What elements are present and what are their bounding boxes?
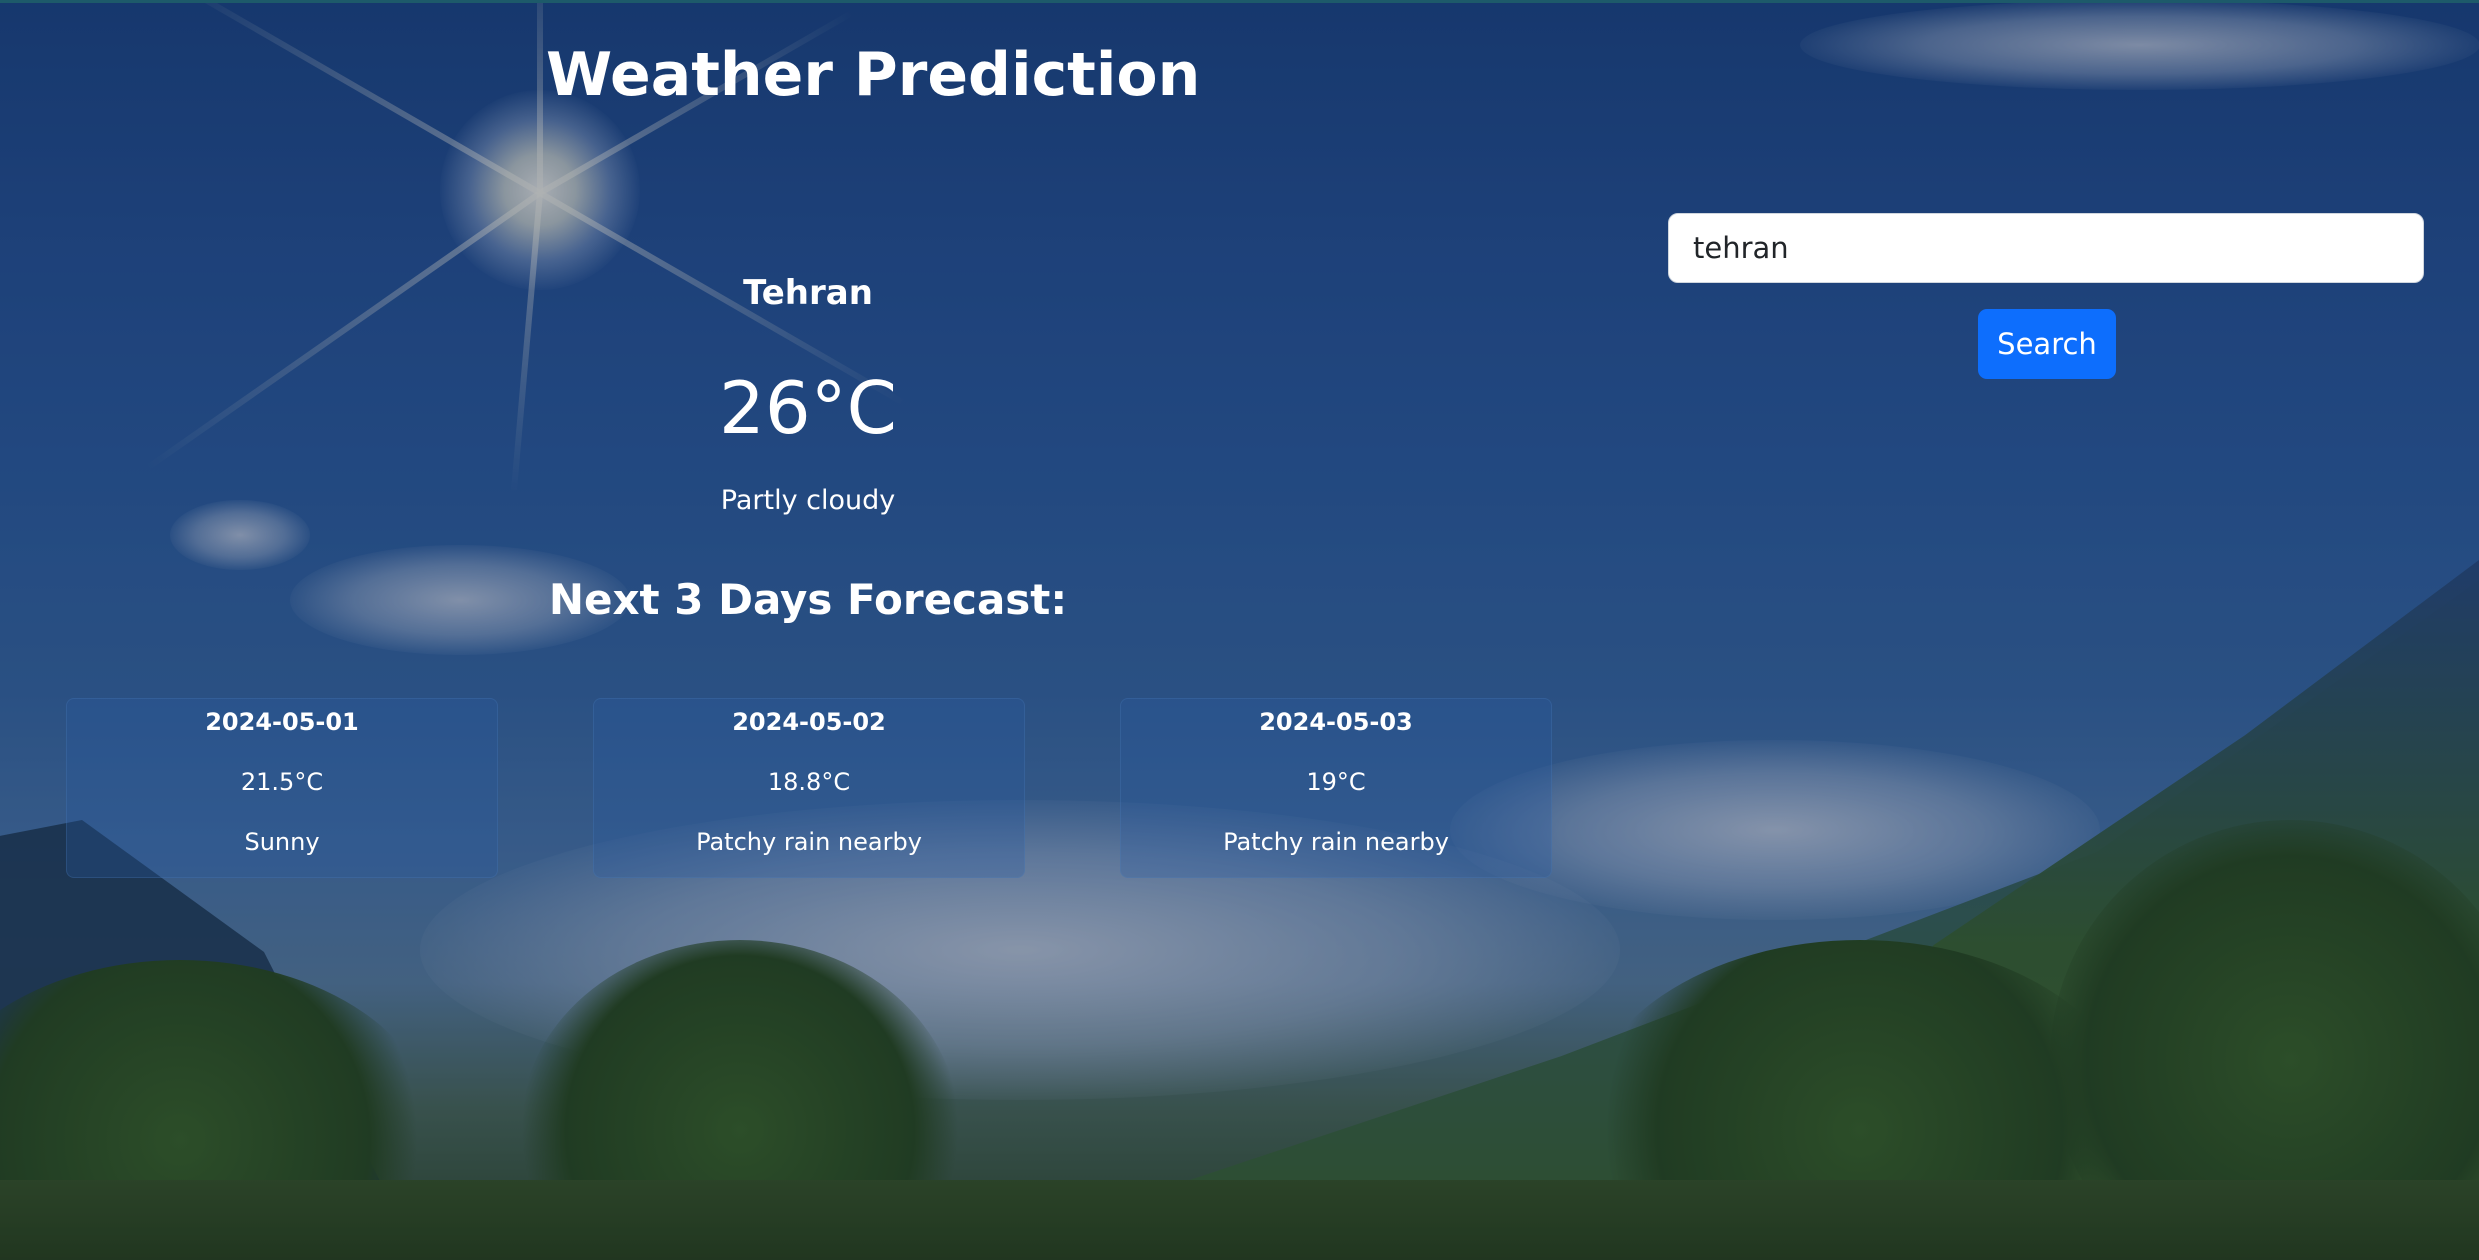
background-landscape-image xyxy=(0,0,2479,1260)
forecast-condition: Sunny xyxy=(244,828,320,856)
current-condition: Partly cloudy xyxy=(720,485,896,516)
forecast-temperature: 18.8°C xyxy=(767,768,851,796)
city-search-input[interactable] xyxy=(1668,213,2424,283)
forecast-date: 2024-05-02 xyxy=(732,708,886,736)
forecast-temperature: 21.5°C xyxy=(240,768,324,796)
forecast-temperature: 19°C xyxy=(1306,768,1366,796)
city-name: Tehran xyxy=(743,273,873,313)
current-weather: Tehran 26°C Partly cloudy xyxy=(608,265,1008,519)
dark-overlay xyxy=(0,0,2479,1260)
forecast-date: 2024-05-01 xyxy=(205,708,359,736)
top-border xyxy=(0,0,2479,3)
forecast-condition: Patchy rain nearby xyxy=(1223,828,1449,856)
page-title: Weather Prediction xyxy=(546,40,1201,110)
search-button[interactable]: Search xyxy=(1978,309,2116,379)
forecast-card: 2024-05-03 19°C Patchy rain nearby xyxy=(1120,698,1552,878)
forecast-condition: Patchy rain nearby xyxy=(696,828,922,856)
forecast-date: 2024-05-03 xyxy=(1259,708,1413,736)
forecast-card: 2024-05-01 21.5°C Sunny xyxy=(66,698,498,878)
current-temperature: 26°C xyxy=(719,366,897,450)
forecast-heading: Next 3 Days Forecast: xyxy=(548,575,1068,624)
forecast-card: 2024-05-02 18.8°C Patchy rain nearby xyxy=(593,698,1025,878)
